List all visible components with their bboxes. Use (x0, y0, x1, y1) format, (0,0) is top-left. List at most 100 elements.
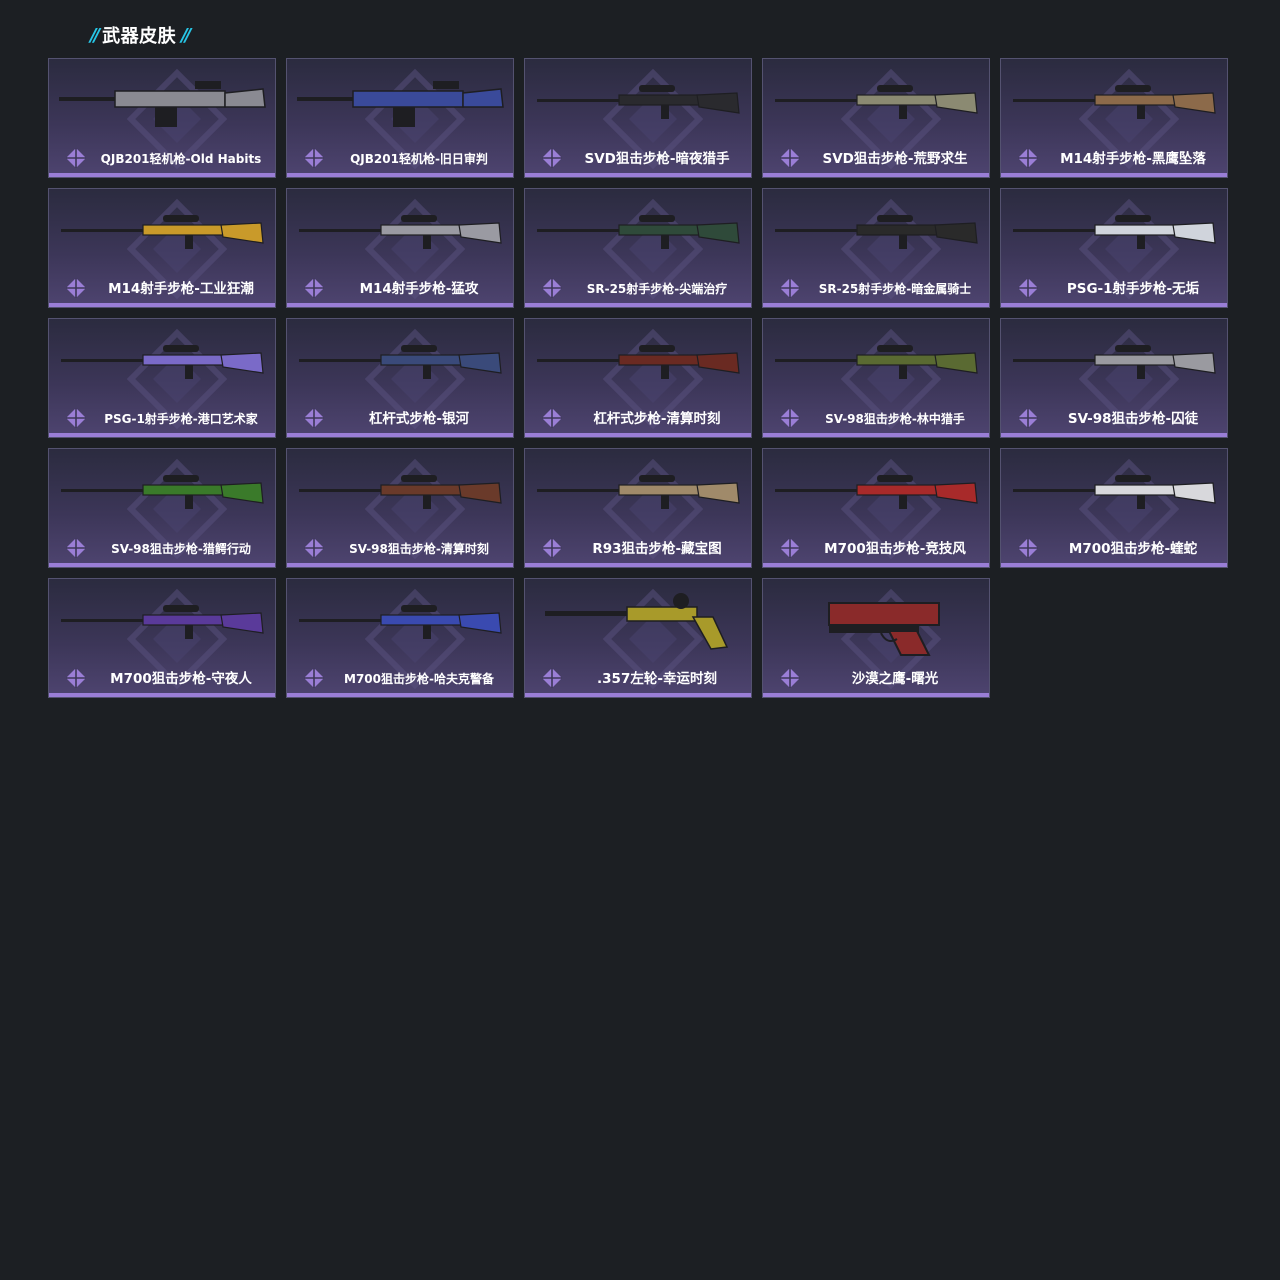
sniper-rifle-icon (1013, 475, 1216, 509)
skin-card-15[interactable]: SV-98狙击步枪-囚徒 (1000, 318, 1228, 438)
rarity-diamond-icon (304, 668, 324, 688)
skin-card-23[interactable]: .357左轮-幸运时刻 (524, 578, 752, 698)
rarity-diamond-icon (1018, 148, 1038, 168)
rarity-diamond-icon (1018, 278, 1038, 298)
section-header: // 武器皮肤 // (90, 22, 191, 48)
marksman-rifle-icon (61, 345, 264, 379)
skin-name: SV-98狙击步枪-清算时刻 (349, 542, 489, 556)
skin-card-14[interactable]: SV-98狙击步枪-林中猎手 (762, 318, 990, 438)
rarity-diamond-icon (542, 538, 562, 558)
sniper-rifle-icon (775, 345, 978, 379)
rarity-diamond-icon (542, 408, 562, 428)
skin-card-1[interactable]: QJB201轻机枪-Old Habits (48, 58, 276, 178)
lmg-icon (59, 81, 266, 127)
skin-name: 杠杆式步枪-清算时刻 (593, 411, 721, 427)
skin-name: SR-25射手步枪-尖端治疗 (586, 282, 728, 296)
slash-decoration-left: // (90, 24, 100, 46)
rarity-diamond-icon (304, 148, 324, 168)
skin-name: QJB201轻机枪-旧日审判 (350, 152, 488, 166)
sniper-rifle-icon (299, 605, 502, 639)
skin-name: SVD狙击步枪-荒野求生 (822, 151, 968, 167)
skin-name: QJB201轻机枪-Old Habits (100, 152, 262, 166)
skin-name: M700狙击步枪-哈夫克警备 (344, 672, 494, 686)
marksman-rifle-icon (537, 215, 740, 249)
skin-card-22[interactable]: M700狙击步枪-哈夫克警备 (286, 578, 514, 698)
revolver-icon (545, 593, 729, 650)
skin-name: PSG-1射手步枪-港口艺术家 (104, 412, 258, 426)
rarity-diamond-icon (304, 278, 324, 298)
skin-card-7[interactable]: M14射手步枪-猛攻 (286, 188, 514, 308)
rarity-diamond-icon (542, 148, 562, 168)
rarity-diamond-icon (66, 148, 86, 168)
skin-name: 杠杆式步枪-银河 (368, 411, 470, 427)
marksman-rifle-icon (1013, 215, 1216, 249)
skin-card-8[interactable]: SR-25射手步枪-尖端治疗 (524, 188, 752, 308)
rarity-diamond-icon (66, 538, 86, 558)
rarity-diamond-icon (542, 278, 562, 298)
rarity-diamond-icon (304, 538, 324, 558)
marksman-rifle-icon (1013, 85, 1216, 119)
skin-card-12[interactable]: 杠杆式步枪-银河 (286, 318, 514, 438)
sniper-rifle-icon (537, 475, 740, 509)
skin-name: M700狙击步枪-守夜人 (110, 671, 252, 687)
skin-card-19[interactable]: M700狙击步枪-竞技风 (762, 448, 990, 568)
skin-grid: QJB201轻机枪-Old Habits QJB201轻机枪-旧日审判 SVD狙… (48, 58, 1228, 698)
sniper-rifle-icon (775, 85, 978, 119)
lmg-icon (297, 81, 504, 127)
section-title: 武器皮肤 (102, 26, 177, 47)
marksman-rifle-icon (61, 215, 264, 249)
rarity-diamond-icon (780, 538, 800, 558)
marksman-rifle-icon (299, 215, 502, 249)
skin-card-4[interactable]: SVD狙击步枪-荒野求生 (762, 58, 990, 178)
skin-name: 沙漠之鹰-曙光 (851, 671, 939, 687)
skin-name: R93狙击步枪-藏宝图 (592, 541, 722, 557)
skin-name: M14射手步枪-猛攻 (359, 281, 479, 297)
skin-card-21[interactable]: M700狙击步枪-守夜人 (48, 578, 276, 698)
skin-card-10[interactable]: PSG-1射手步枪-无垢 (1000, 188, 1228, 308)
skin-card-2[interactable]: QJB201轻机枪-旧日审判 (286, 58, 514, 178)
weapon-skins-page: // 武器皮肤 // QJB201轻机枪-Old Habits QJB201轻机… (0, 0, 1280, 1280)
skin-name: M700狙击步枪-竞技风 (824, 541, 966, 557)
sniper-rifle-icon (61, 475, 264, 509)
skin-card-16[interactable]: SV-98狙击步枪-猎鳄行动 (48, 448, 276, 568)
skin-card-17[interactable]: SV-98狙击步枪-清算时刻 (286, 448, 514, 568)
skin-name: M14射手步枪-工业狂潮 (108, 281, 254, 297)
rarity-diamond-icon (1018, 538, 1038, 558)
skin-card-24[interactable]: 沙漠之鹰-曙光 (762, 578, 990, 698)
sniper-rifle-icon (299, 475, 502, 509)
skin-name: .357左轮-幸运时刻 (597, 671, 717, 687)
sniper-rifle-icon (1013, 345, 1216, 379)
rarity-diamond-icon (66, 278, 86, 298)
skin-name: SV-98狙击步枪-猎鳄行动 (111, 542, 251, 556)
sniper-rifle-icon (775, 475, 978, 509)
skin-name: M14射手步枪-黑鹰坠落 (1060, 151, 1206, 167)
rarity-diamond-icon (542, 668, 562, 688)
rarity-diamond-icon (304, 408, 324, 428)
skin-card-9[interactable]: SR-25射手步枪-暗金属骑士 (762, 188, 990, 308)
skin-name: SV-98狙击步枪-囚徒 (1067, 411, 1199, 427)
skin-card-5[interactable]: M14射手步枪-黑鹰坠落 (1000, 58, 1228, 178)
skin-name: PSG-1射手步枪-无垢 (1066, 281, 1200, 297)
skin-name: SV-98狙击步枪-林中猎手 (825, 412, 965, 426)
rarity-diamond-icon (780, 668, 800, 688)
rarity-diamond-icon (66, 668, 86, 688)
lever-rifle-icon (299, 345, 502, 379)
skin-name: SR-25射手步枪-暗金属骑士 (818, 282, 972, 296)
skin-card-20[interactable]: M700狙击步枪-蝰蛇 (1000, 448, 1228, 568)
rarity-diamond-icon (780, 278, 800, 298)
rarity-diamond-icon (780, 148, 800, 168)
slash-decoration-right: // (181, 24, 191, 46)
skin-card-18[interactable]: R93狙击步枪-藏宝图 (524, 448, 752, 568)
lever-rifle-icon (537, 345, 740, 379)
sniper-rifle-icon (61, 605, 264, 639)
marksman-rifle-icon (775, 215, 978, 249)
sniper-rifle-icon (537, 85, 740, 119)
rarity-diamond-icon (1018, 408, 1038, 428)
skin-card-11[interactable]: PSG-1射手步枪-港口艺术家 (48, 318, 276, 438)
skin-card-6[interactable]: M14射手步枪-工业狂潮 (48, 188, 276, 308)
skin-card-3[interactable]: SVD狙击步枪-暗夜猎手 (524, 58, 752, 178)
skin-name: SVD狙击步枪-暗夜猎手 (584, 151, 730, 167)
skin-name: M700狙击步枪-蝰蛇 (1068, 541, 1198, 557)
skin-card-13[interactable]: 杠杆式步枪-清算时刻 (524, 318, 752, 438)
rarity-diamond-icon (780, 408, 800, 428)
